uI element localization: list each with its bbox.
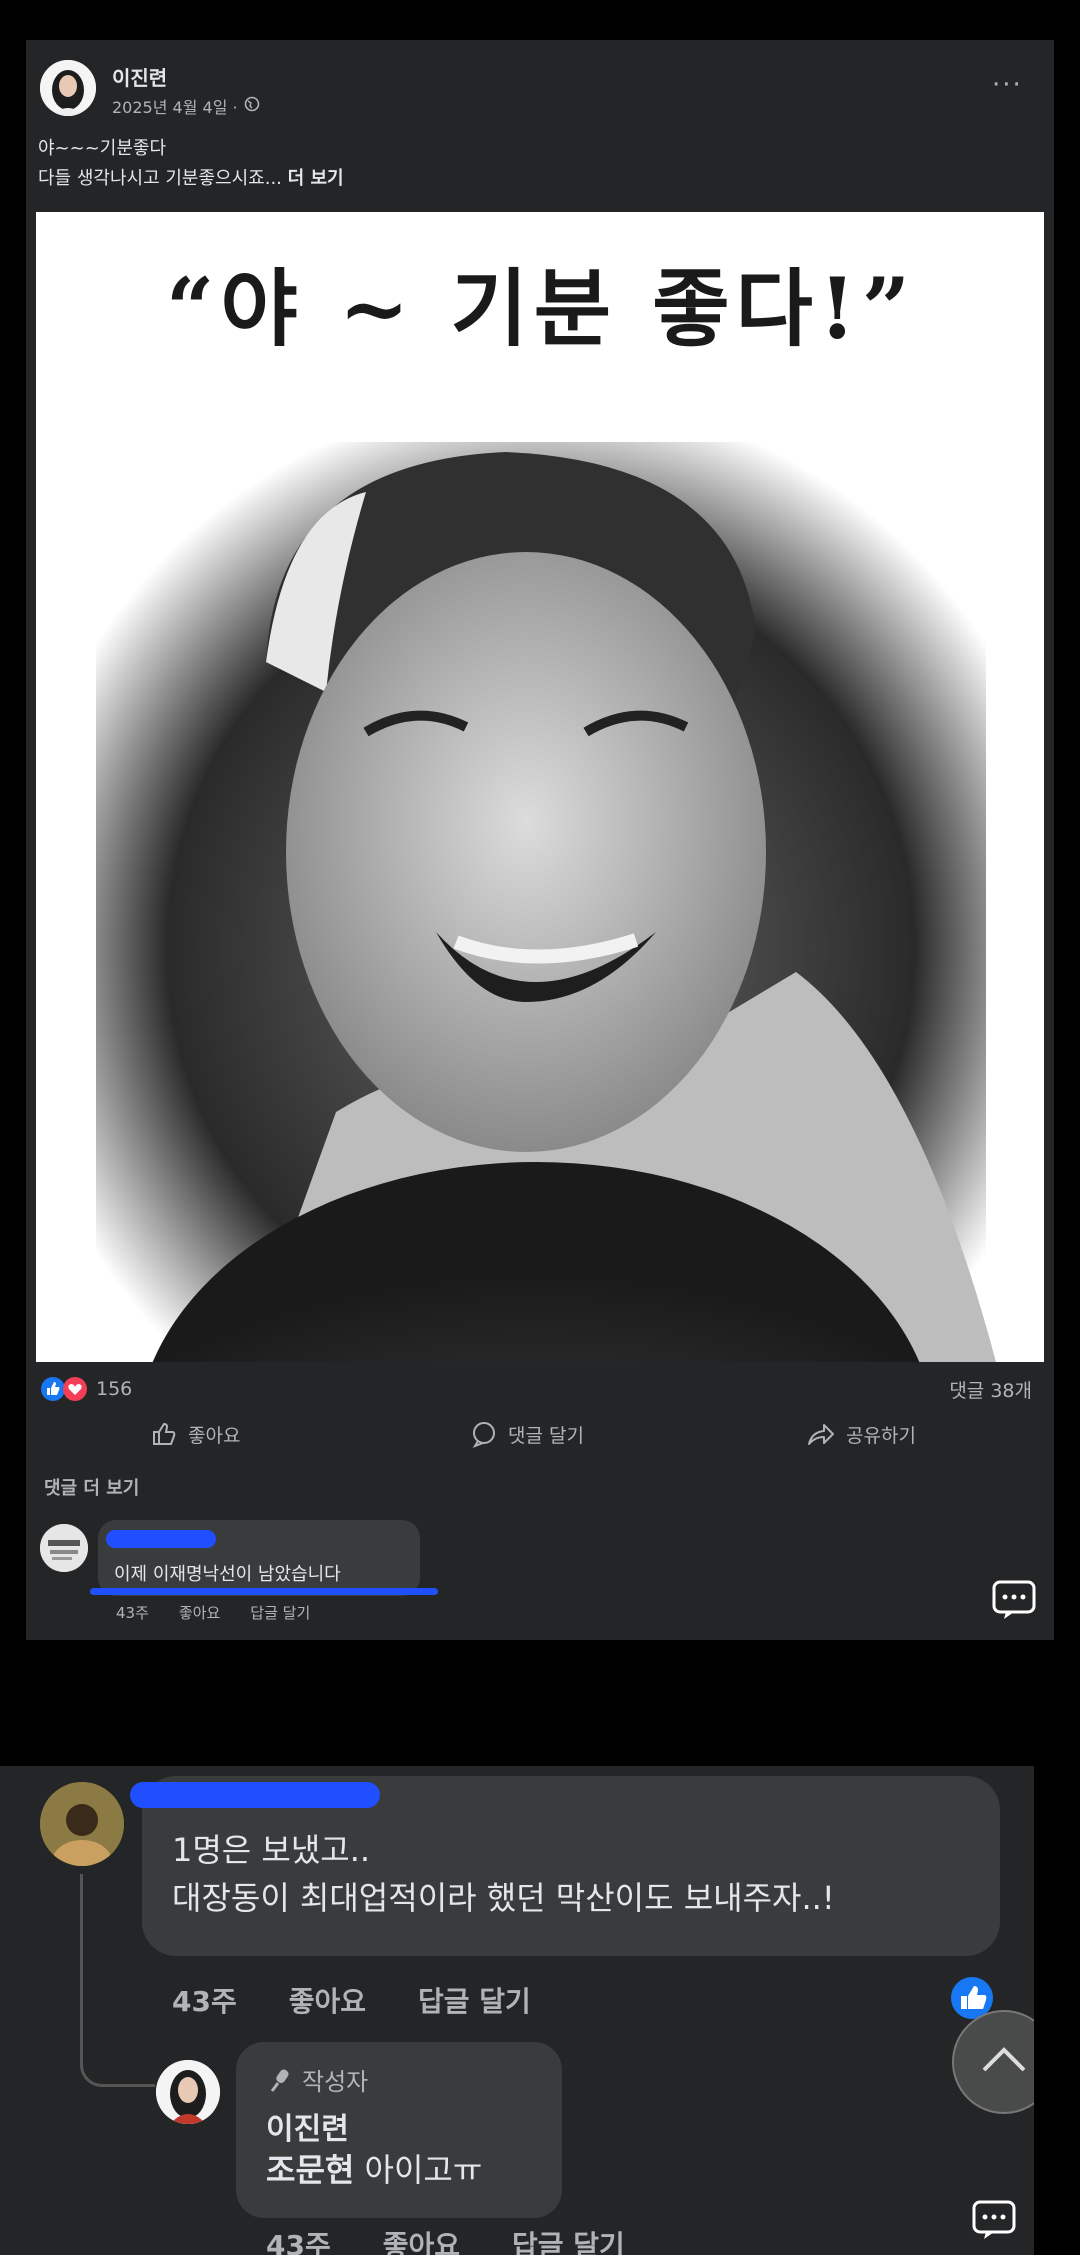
- reply-footer: 43주 좋아요 답글 달기: [266, 2224, 625, 2255]
- speech-bubble-icon: [472, 1422, 495, 1448]
- comment-text-line1: 1명은 보냈고..: [172, 1831, 371, 1869]
- comment-like-button[interactable]: 좋아요: [289, 1980, 366, 2020]
- chat-icon[interactable]: [972, 2200, 1016, 2244]
- commenter-avatar[interactable]: [40, 1782, 124, 1866]
- more-options-icon[interactable]: ···: [992, 70, 1023, 100]
- chat-icon[interactable]: [992, 1580, 1036, 1624]
- redacted-name-scribble: [130, 1782, 380, 1808]
- scroll-to-top-button[interactable]: [952, 2010, 1034, 2114]
- view-more-comments-link[interactable]: 댓글 더 보기: [44, 1474, 139, 1500]
- post-image[interactable]: “야 ~ 기분 좋다!”: [36, 212, 1044, 1362]
- share-arrow-icon: [808, 1424, 834, 1445]
- post-date-text: 2025년 4월 4일 ·: [112, 98, 238, 117]
- comment-time: 43주: [172, 1985, 237, 2018]
- chevron-up-icon: [982, 2047, 1026, 2072]
- reply-reply-button[interactable]: 답글 달기: [512, 2224, 625, 2255]
- comment-reply-button[interactable]: 답글 달기: [250, 1602, 310, 1623]
- underline-annotation: [90, 1588, 438, 1595]
- comment-footer: 43주 좋아요 답글 달기: [116, 1602, 310, 1623]
- commenter-avatar[interactable]: [40, 1524, 88, 1572]
- reaction-summary[interactable]: 156: [40, 1376, 132, 1402]
- comment-text-line2: 대장동이 최대업적이라 했던 막산이도 보내주자..!: [172, 1879, 835, 1917]
- reaction-count: 156: [96, 1378, 133, 1400]
- reply-author[interactable]: 이진련: [266, 2104, 349, 2148]
- mention-link[interactable]: 조문현: [266, 2151, 354, 2189]
- redacted-name-scribble: [106, 1530, 216, 1548]
- comment-count[interactable]: 댓글 38개: [949, 1376, 1032, 1403]
- comment-footer: 43주 좋아요 답글 달기: [172, 1980, 531, 2020]
- like-love-reaction-icon: [41, 1377, 87, 1401]
- reply-time: 43주: [266, 2229, 331, 2255]
- author-avatar[interactable]: [156, 2060, 220, 2124]
- comment-thread-card: 1명은 보냈고.. 대장동이 최대업적이라 했던 막산이도 보내주자..! 43…: [0, 1766, 1034, 2255]
- reply-text-body: 아이고ㅠ: [354, 2151, 483, 2189]
- thumbs-up-icon: [153, 1422, 176, 1445]
- share-label: 공유하기: [846, 1424, 916, 1447]
- like-label: 좋아요: [188, 1424, 241, 1447]
- post-card: 이진련 2025년 4월 4일 · ··· 야~~~기분좋다 다들 생각나시고 …: [26, 40, 1054, 1640]
- comment-button[interactable]: 댓글 달기: [470, 1420, 584, 1448]
- microphone-icon: [270, 2069, 289, 2092]
- post-text-line1: 야~~~기분좋다: [38, 138, 167, 159]
- comment-reply-button[interactable]: 답글 달기: [418, 1980, 531, 2020]
- comment-time: 43주: [116, 1604, 149, 1622]
- author-avatar[interactable]: [40, 60, 96, 116]
- globe-icon: [244, 96, 260, 116]
- share-button[interactable]: 공유하기: [806, 1420, 916, 1448]
- like-button[interactable]: 좋아요: [150, 1420, 240, 1448]
- author-badge: 작성자: [268, 2062, 368, 2097]
- comment-text: 이제 이재명낙선이 남았습니다: [114, 1564, 341, 1585]
- post-text-line2: 다들 생각나시고 기분좋으시죠... 더 보기: [38, 164, 344, 190]
- post-date[interactable]: 2025년 4월 4일 ·: [112, 94, 260, 118]
- comment-label: 댓글 달기: [508, 1424, 584, 1447]
- author-badge-label: 작성자: [302, 2068, 369, 2096]
- see-more-link[interactable]: 더 보기: [288, 168, 344, 189]
- post-text-line2-body: 다들 생각나시고 기분좋으시죠...: [38, 168, 282, 189]
- comment-like-button[interactable]: 좋아요: [179, 1602, 220, 1623]
- portrait-photo: [96, 442, 996, 1362]
- post-author[interactable]: 이진련: [112, 62, 167, 91]
- reply-like-button[interactable]: 좋아요: [383, 2224, 460, 2255]
- reply-text: 조문현 아이고ㅠ: [266, 2146, 482, 2194]
